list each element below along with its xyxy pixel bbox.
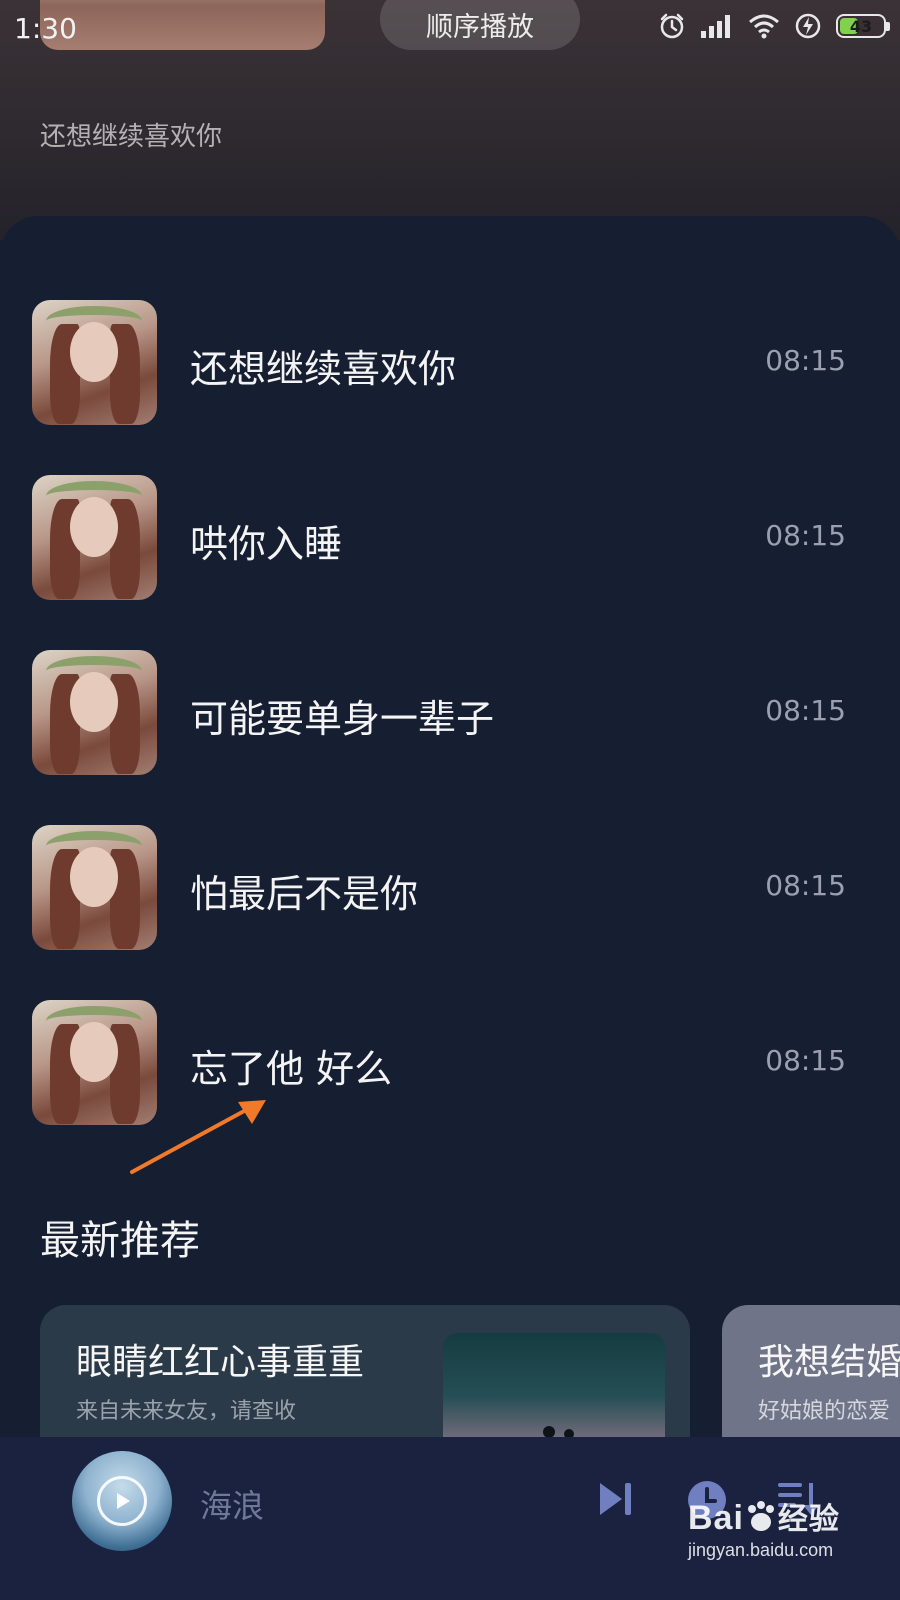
play-button[interactable] [97, 1476, 147, 1526]
cover-wreath [46, 831, 142, 861]
header-background: 顺序播放 1:30 43 还想继续喜欢你 [0, 0, 900, 240]
watermark-logo: Bai 经验 [688, 1494, 888, 1538]
recommendation-subtitle: 好姑娘的恋爱 [758, 1399, 891, 1424]
song-duration: 08:15 [765, 344, 846, 377]
song-cover [32, 650, 157, 775]
song-cover [32, 300, 157, 425]
recommendation-subtitle: 来自未来女友，请查收 [76, 1399, 297, 1424]
song-item[interactable]: 哄你入睡 08:15 [0, 475, 900, 601]
cover-wreath [46, 1006, 142, 1036]
current-song-title: 还想继续喜欢你 [40, 122, 223, 152]
signal-icon [701, 15, 730, 38]
song-title: 还想继续喜欢你 [190, 347, 457, 391]
recommendations-title: 最新推荐 [40, 1218, 200, 1264]
song-title: 怕最后不是你 [190, 872, 419, 916]
recommendation-title: 我想结婚 [758, 1342, 900, 1383]
song-title: 哄你入睡 [190, 522, 343, 566]
battery-icon: 43 [836, 14, 890, 38]
song-duration: 08:15 [765, 1044, 846, 1077]
baidu-watermark: Bai 经验 jingyan.baidu.com [688, 1494, 888, 1561]
header-cover-image [40, 0, 325, 50]
next-icon[interactable] [596, 1479, 636, 1519]
watermark-logo-cn: 经验 [777, 1503, 840, 1536]
song-title: 忘了他 好么 [190, 1047, 393, 1091]
song-item[interactable]: 还想继续喜欢你 08:15 [0, 300, 900, 426]
annotation-arrow-icon [130, 1100, 266, 1174]
song-title: 可能要单身一辈子 [190, 697, 495, 741]
song-cover [32, 825, 157, 950]
paw-icon [747, 1501, 774, 1531]
watermark-logo-latin: Bai [688, 1499, 744, 1537]
player-cover[interactable] [72, 1451, 172, 1551]
player-song-title: 海浪 [200, 1487, 265, 1525]
song-duration: 08:15 [765, 694, 846, 727]
song-duration: 08:15 [765, 869, 846, 902]
alarm-icon [660, 13, 684, 39]
song-duration: 08:15 [765, 519, 846, 552]
song-item[interactable]: 怕最后不是你 08:15 [0, 825, 900, 951]
charging-icon [795, 13, 821, 39]
song-cover [32, 475, 157, 600]
cover-wreath [46, 306, 142, 336]
recommendation-title: 眼睛红红心事重重 [76, 1342, 365, 1383]
play-mode-label: 顺序播放 [426, 11, 534, 43]
watermark-url: jingyan.baidu.com [688, 1540, 834, 1560]
status-icons: 43 [658, 12, 890, 40]
song-item[interactable]: 可能要单身一辈子 08:15 [0, 650, 900, 776]
status-time: 1:30 [14, 12, 77, 45]
wifi-icon [749, 14, 779, 39]
cover-wreath [46, 656, 142, 686]
play-icon [117, 1493, 130, 1509]
battery-level: 43 [849, 16, 873, 36]
battery-cap [886, 22, 890, 31]
cover-wreath [46, 481, 142, 511]
play-mode-button[interactable]: 顺序播放 [380, 0, 580, 50]
